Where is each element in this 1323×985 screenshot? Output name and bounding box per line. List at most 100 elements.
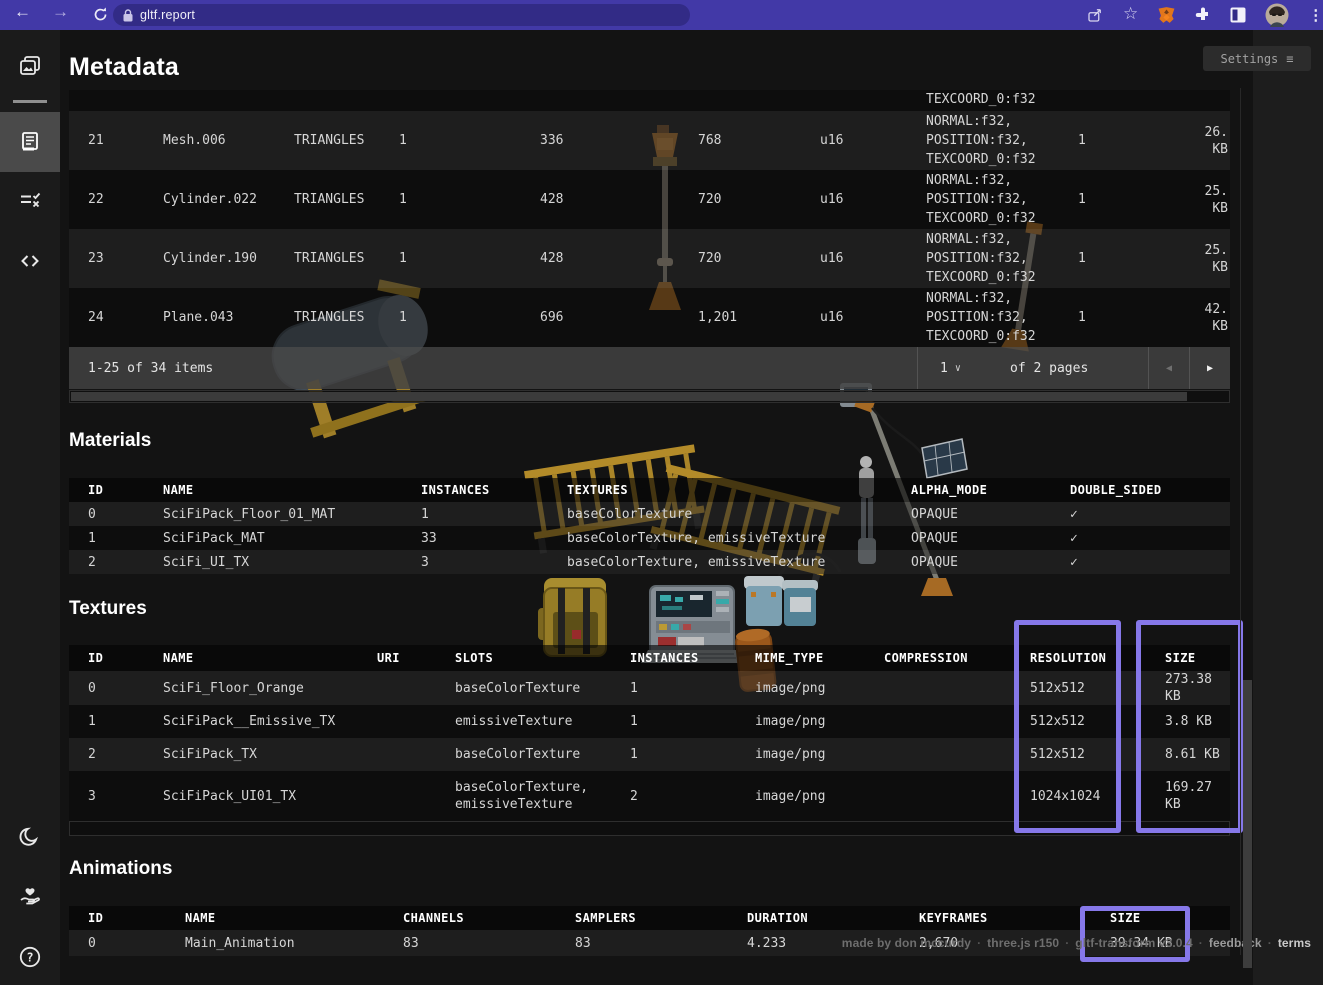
cell-instances: 1: [1078, 229, 1189, 288]
cell-primitives: 1: [399, 170, 540, 229]
extensions-icon[interactable]: [1195, 7, 1211, 23]
cell-uri: [377, 771, 455, 821]
cell-compression: [884, 771, 1030, 821]
cell-name: Plane.043: [163, 288, 294, 347]
cell-vertices: 336: [540, 111, 698, 170]
cell-vertices: 428: [540, 229, 698, 288]
side-panel-icon[interactable]: [1230, 7, 1246, 23]
cell-instances: 1: [421, 502, 567, 526]
materials-section-title: Materials: [69, 430, 151, 452]
col-header: SLOTS: [455, 645, 630, 671]
items-range-label: 1-25 of 34 items: [69, 361, 917, 376]
col-header: ALPHA_MODE: [911, 478, 1070, 502]
cell-index_type: u16: [820, 170, 926, 229]
cell-name: SciFiPack_TX: [163, 738, 377, 771]
cell-indices: 1,201: [698, 288, 820, 347]
viewer-icon[interactable]: [18, 54, 42, 78]
validation-icon[interactable]: [18, 189, 42, 213]
cell-id: 2: [69, 550, 163, 574]
reload-icon[interactable]: [92, 6, 109, 23]
browser-toolbar: ← → gltf.report ☆: [0, 0, 1323, 30]
col-header: TEXTURES: [567, 478, 911, 502]
theme-moon-icon[interactable]: [18, 825, 42, 849]
threejs-version: three.js r150: [987, 936, 1059, 950]
cell-double_sided: ✓: [1070, 526, 1230, 550]
table-header-row: ID NAME INSTANCES TEXTURES ALPHA_MODE DO…: [69, 478, 1230, 502]
donate-icon[interactable]: [18, 885, 42, 909]
col-header: COMPRESSION: [884, 645, 1030, 671]
profile-avatar[interactable]: [1265, 3, 1289, 27]
cell-alpha_mode: OPAQUE: [911, 502, 1070, 526]
cell-name: Cylinder.022: [163, 170, 294, 229]
cell-index_type: u16: [820, 229, 926, 288]
cell-indices: 720: [698, 229, 820, 288]
bookmark-star-icon[interactable]: ☆: [1123, 4, 1138, 24]
cell-textures: baseColorTexture: [567, 502, 911, 526]
settings-button[interactable]: Settings ≡: [1203, 46, 1311, 71]
materials-table: ID NAME INSTANCES TEXTURES ALPHA_MODE DO…: [69, 478, 1230, 574]
cell-vertices: 428: [540, 170, 698, 229]
page-title: Metadata: [69, 53, 179, 82]
cell-id: 0: [69, 671, 163, 705]
back-icon[interactable]: ←: [14, 2, 31, 22]
help-icon[interactable]: ?: [18, 945, 42, 969]
metamask-icon[interactable]: [1157, 6, 1176, 24]
cell-vertices: 696: [540, 288, 698, 347]
animations-section-title: Animations: [69, 858, 172, 880]
cell-slots: baseColorTexture: [455, 738, 630, 771]
col-header: INSTANCES: [630, 645, 755, 671]
cell-instances: 3: [421, 550, 567, 574]
share-icon[interactable]: [1086, 6, 1104, 24]
cell-name: SciFiPack_MAT: [163, 526, 421, 550]
mesh-table-horizontal-scrollbar[interactable]: [69, 390, 1230, 403]
cell-instances: 1: [630, 671, 755, 705]
pagination-bar: 1-25 of 34 items 1 ∨ of 2 pages ◀ ▶: [69, 347, 1230, 389]
vertical-scrollbar-thumb[interactable]: [1243, 680, 1252, 968]
address-bar[interactable]: gltf.report: [113, 4, 690, 26]
table-row: 1SciFiPack_MAT33baseColorTexture, emissi…: [69, 526, 1230, 550]
col-header: NAME: [163, 478, 421, 502]
cell-instances: 1: [1078, 170, 1189, 229]
current-page: 1: [940, 361, 948, 376]
vertical-scrollbar-track[interactable]: [1240, 88, 1241, 955]
cell-slots: emissiveTexture: [455, 705, 630, 738]
col-header: ID: [69, 478, 163, 502]
cell-index_type: u16: [820, 111, 926, 170]
scrollbar-thumb[interactable]: [71, 392, 1187, 401]
table-row: 21Mesh.006TRIANGLES1336768u16NORMAL:f32,…: [69, 111, 1230, 170]
browser-menu-icon[interactable]: ⋮: [1308, 6, 1323, 24]
terms-link[interactable]: terms: [1278, 936, 1311, 950]
cell-mime_type: image/png: [755, 771, 884, 821]
col-header: INSTANCES: [421, 478, 567, 502]
cell-uri: [377, 738, 455, 771]
cell-mode: TRIANGLES: [294, 111, 399, 170]
cell-name: SciFiPack_Floor_01_MAT: [163, 502, 421, 526]
cell-id: 3: [69, 771, 163, 821]
prev-page-button[interactable]: ◀: [1149, 347, 1189, 389]
footer-credits: made by don mccurdy·three.js r150·gltf-t…: [842, 936, 1311, 950]
col-header: DOUBLE_SIDED: [1070, 478, 1230, 502]
col-header: DURATION: [747, 906, 919, 930]
cell-compression: [884, 671, 1030, 705]
next-page-button[interactable]: ▶: [1190, 347, 1230, 389]
table-header-row: ID NAME CHANNELS SAMPLERS DURATION KEYFR…: [69, 906, 1230, 930]
menu-glyph-icon: ≡: [1286, 52, 1293, 66]
report-icon[interactable]: [18, 130, 42, 154]
table-row: 24Plane.043TRIANGLES16961,201u16NORMAL:f…: [69, 288, 1230, 347]
cell-name: Cylinder.190: [163, 229, 294, 288]
gltf-transform-version: gltf-transform v3.0.4: [1075, 936, 1192, 950]
cell-id: 1: [69, 526, 163, 550]
page-select[interactable]: 1 ∨: [918, 347, 1010, 389]
cell-slots: baseColorTexture: [455, 671, 630, 705]
cell-size: 42. KB: [1189, 288, 1230, 347]
forward-icon[interactable]: →: [52, 2, 69, 22]
cell-instances: 33: [421, 526, 567, 550]
cell-mode: TRIANGLES: [294, 170, 399, 229]
feedback-link[interactable]: feedback: [1209, 936, 1262, 950]
cell-name: SciFi_UI_TX: [163, 550, 421, 574]
cell-name: SciFi_Floor_Orange: [163, 671, 377, 705]
cell-compression: [884, 738, 1030, 771]
highlight-box-resolution-column: [1014, 620, 1121, 833]
script-icon[interactable]: [18, 249, 42, 273]
cell-primitives: 1: [399, 288, 540, 347]
